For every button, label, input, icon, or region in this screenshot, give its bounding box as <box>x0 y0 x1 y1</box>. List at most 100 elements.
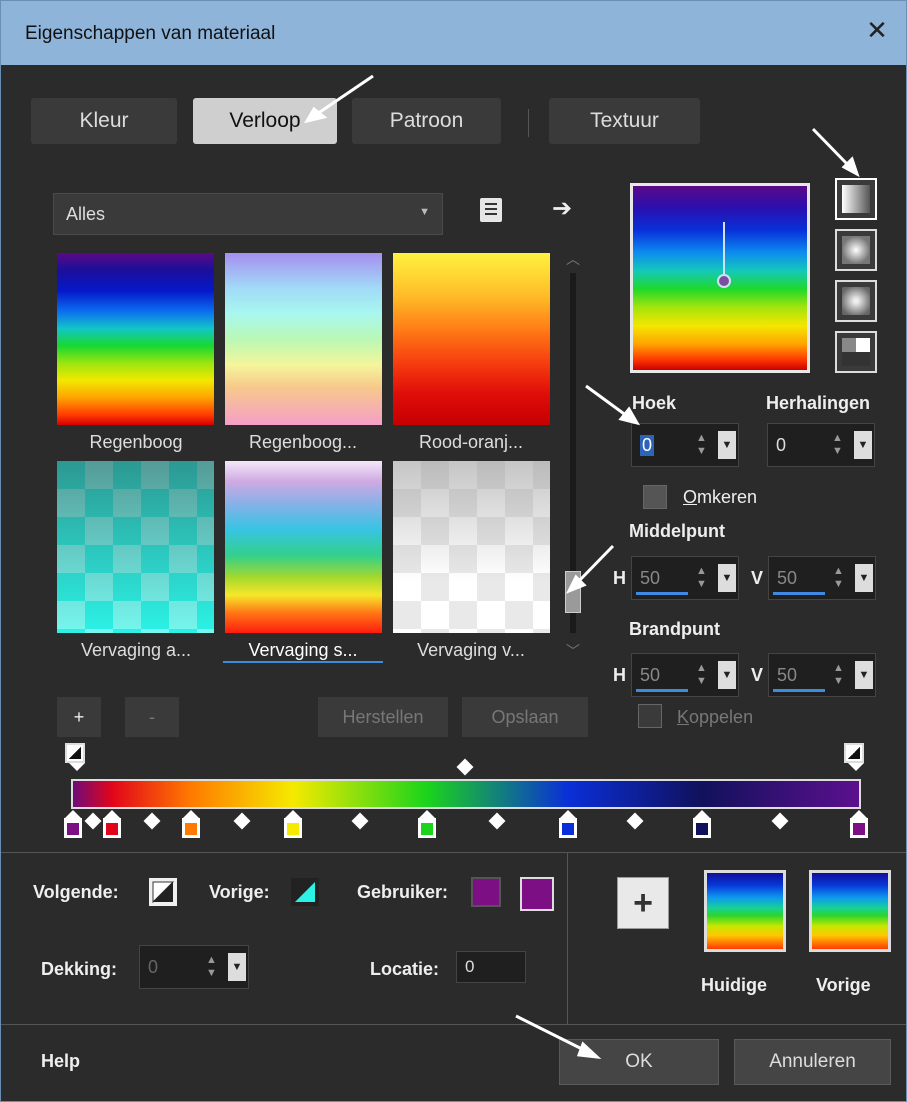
link-label-rest: oppelen <box>689 707 754 727</box>
tab-verloop[interactable]: Verloop <box>193 98 337 144</box>
opacity-stop-start[interactable] <box>65 743 85 771</box>
previous-stop-tool-icon[interactable] <box>291 878 319 906</box>
color-midpoint[interactable] <box>626 812 644 830</box>
dropdown-icon[interactable]: ▼ <box>855 564 873 592</box>
rectangular-gradient-icon <box>842 236 870 264</box>
list-options-icon[interactable] <box>480 198 502 222</box>
color-midpoint[interactable] <box>771 812 789 830</box>
color-stop[interactable] <box>284 810 303 838</box>
previous-gradient-swatch[interactable] <box>809 870 891 952</box>
color-stop[interactable] <box>417 810 436 838</box>
repeats-label: Herhalingen <box>766 393 871 413</box>
gradient-editor-bar[interactable] <box>71 779 861 809</box>
gradient-label: Regenboog <box>89 432 183 452</box>
color-midpoint[interactable] <box>84 812 102 830</box>
add-gradient-button[interactable]: + <box>617 877 669 929</box>
center-h-input[interactable]: 50 ▲ ▼ ▼ <box>631 556 739 600</box>
export-arrow-icon[interactable]: ➔ <box>552 194 572 223</box>
current-gradient-swatch[interactable] <box>704 870 786 952</box>
scroll-up-icon[interactable]: ︿ <box>566 249 580 269</box>
opacity-stop-end[interactable] <box>844 743 864 771</box>
rectangular-style-button[interactable] <box>835 229 877 271</box>
invert-label-rest: mkeren <box>697 487 758 507</box>
scroll-down-icon[interactable]: ﹀ <box>566 641 580 661</box>
color-stop[interactable] <box>181 810 200 838</box>
opacity-value: 0 <box>148 957 159 977</box>
invert-checkbox[interactable] <box>643 485 667 509</box>
angle-label: Hoek <box>632 393 677 413</box>
gradient-thumb-vervaging-s[interactable] <box>225 461 382 633</box>
center-h-level-bar <box>636 592 688 595</box>
gradient-thumb-vervaging-a[interactable] <box>57 461 214 633</box>
color-stop[interactable] <box>559 810 578 838</box>
gallery-scrollbar[interactable]: ︿ ﹀ <box>562 249 584 659</box>
color-stop-swatch <box>562 823 575 835</box>
spinner-arrows-icon[interactable]: ▲ ▼ <box>832 432 843 458</box>
spinner-arrows-icon[interactable]: ▲ ▼ <box>206 954 217 980</box>
scrollbar-thumb[interactable] <box>565 571 581 613</box>
dropdown-icon[interactable]: ▼ <box>718 431 736 459</box>
close-icon[interactable]: ✕ <box>862 15 892 45</box>
color-stop[interactable] <box>692 810 711 838</box>
angle-handle[interactable] <box>717 274 731 288</box>
spinner-arrows-icon[interactable]: ▲ ▼ <box>696 565 707 591</box>
color-stop-swatch <box>287 823 300 835</box>
next-stop-tool-icon[interactable] <box>149 878 177 906</box>
remove-stop-button[interactable]: - <box>125 697 179 737</box>
help-link[interactable]: Help <box>41 1051 80 1072</box>
color-stop[interactable] <box>850 810 868 838</box>
color-midpoint[interactable] <box>233 812 251 830</box>
gradient-thumb-rood-oranje[interactable] <box>393 253 550 425</box>
color-stop[interactable] <box>64 810 82 838</box>
color-midpoint[interactable] <box>143 812 161 830</box>
color-midpoint[interactable] <box>351 812 369 830</box>
color-stop[interactable] <box>103 810 122 838</box>
divider <box>1 1024 906 1025</box>
category-dropdown-value: Alles <box>66 204 106 224</box>
chevron-down-icon: ▼ <box>419 206 430 218</box>
link-checkbox[interactable] <box>638 704 662 728</box>
cancel-button[interactable]: Annuleren <box>734 1039 891 1085</box>
user-color-1[interactable] <box>471 877 501 907</box>
triangle-white-icon <box>152 881 175 904</box>
linear-style-button[interactable] <box>835 178 877 220</box>
opacity-input[interactable]: 0 ▲ ▼ ▼ <box>139 945 249 989</box>
location-input[interactable]: 0 <box>456 951 526 983</box>
spinner-arrows-icon[interactable]: ▲ ▼ <box>696 432 707 458</box>
triangle-cyan-icon <box>295 882 315 902</box>
reset-button[interactable]: Herstellen <box>318 697 448 737</box>
next-label: Volgende: <box>33 882 119 902</box>
invert-label-accel: O <box>683 487 698 507</box>
tab-textuur[interactable]: Textuur <box>549 98 700 144</box>
gradient-preview[interactable] <box>630 183 810 373</box>
opacity-midpoint[interactable] <box>456 758 474 776</box>
category-dropdown[interactable]: Alles ▼ <box>53 193 443 235</box>
spinner-arrows-icon[interactable]: ▲ ▼ <box>833 662 844 688</box>
color-midpoint[interactable] <box>488 812 506 830</box>
repeats-input[interactable]: 0 ▲ ▼ ▼ <box>767 423 875 467</box>
ok-button[interactable]: OK <box>559 1039 719 1085</box>
tab-patroon[interactable]: Patroon <box>352 98 501 144</box>
center-h-label: H <box>613 568 626 588</box>
spinner-arrows-icon[interactable]: ▲ ▼ <box>696 662 707 688</box>
angle-input[interactable]: 0 ▲ ▼ ▼ <box>631 423 739 467</box>
dropdown-icon[interactable]: ▼ <box>718 564 736 592</box>
gradient-thumb-vervaging-v[interactable] <box>393 461 550 633</box>
spinner-arrows-icon[interactable]: ▲ ▼ <box>833 565 844 591</box>
dropdown-icon[interactable]: ▼ <box>228 953 246 981</box>
radial-style-button[interactable] <box>835 280 877 322</box>
dropdown-icon[interactable]: ▼ <box>854 431 872 459</box>
save-gradient-button[interactable]: Opslaan <box>462 697 588 737</box>
previous-swatch-label: Vorige <box>816 975 871 995</box>
dropdown-icon[interactable]: ▼ <box>855 661 873 689</box>
user-color-2[interactable] <box>520 877 554 911</box>
center-v-input[interactable]: 50 ▲ ▼ ▼ <box>768 556 876 600</box>
focal-h-input[interactable]: 50 ▲ ▼ ▼ <box>631 653 739 697</box>
dropdown-icon[interactable]: ▼ <box>718 661 736 689</box>
focal-v-input[interactable]: 50 ▲ ▼ ▼ <box>768 653 876 697</box>
sunburst-style-button[interactable] <box>835 331 877 373</box>
add-stop-button[interactable]: + <box>57 697 101 737</box>
gradient-thumb-regenboog[interactable] <box>57 253 214 425</box>
tab-kleur[interactable]: Kleur <box>31 98 177 144</box>
gradient-thumb-regenboog-2[interactable] <box>225 253 382 425</box>
